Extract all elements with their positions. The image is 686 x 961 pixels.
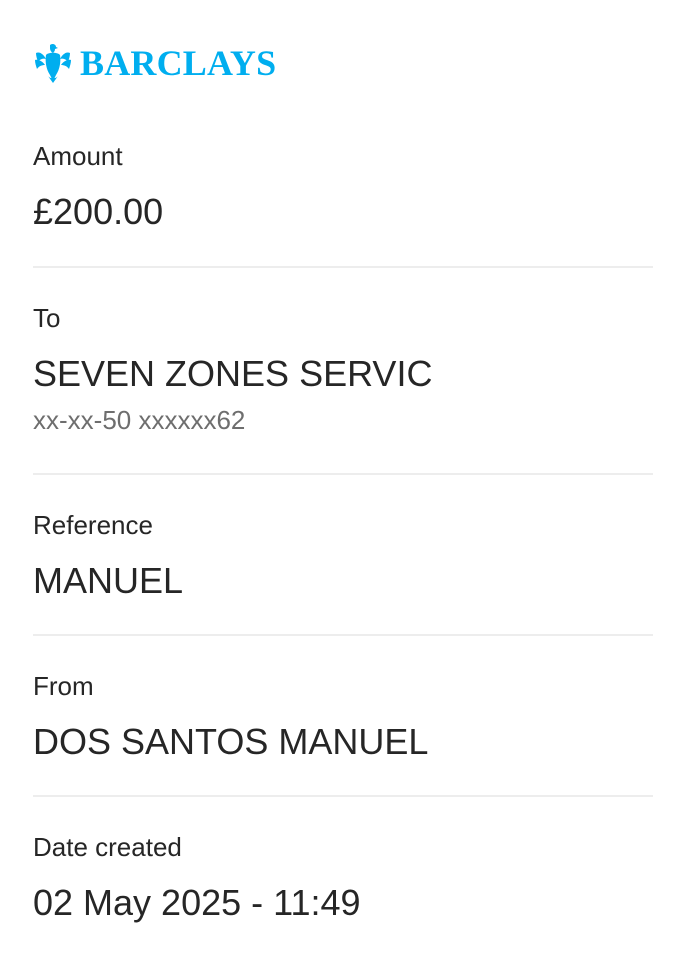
payee-account: xx-xx-50 xxxxxx62 [33,405,246,435]
to-label: To [33,303,61,333]
eagle-icon [35,43,71,83]
to-section: To SEVEN ZONES SERVIC xx-xx-50 xxxxxx62 [33,303,653,435]
divider [33,795,653,797]
reference-value: MANUEL [33,560,184,601]
date-created-section: Date created 02 May 2025 - 11:49 [33,832,653,924]
payee-name: SEVEN ZONES SERVIC [33,353,433,394]
barclays-logo: BARCLAYS [34,42,276,84]
date-created-value: 02 May 2025 - 11:49 [33,882,361,923]
divider [33,266,653,268]
from-section: From DOS SANTOS MANUEL [33,671,653,763]
amount-section: Amount £200.00 [33,141,653,233]
amount-value: £200.00 [33,191,164,232]
reference-section: Reference MANUEL [33,510,653,602]
date-created-label: Date created [33,832,182,862]
reference-label: Reference [33,510,153,540]
divider [33,634,653,636]
from-value: DOS SANTOS MANUEL [33,721,429,762]
amount-label: Amount [33,141,123,171]
divider [33,473,653,475]
brand-wordmark: BARCLAYS [80,43,277,83]
from-label: From [33,671,94,701]
